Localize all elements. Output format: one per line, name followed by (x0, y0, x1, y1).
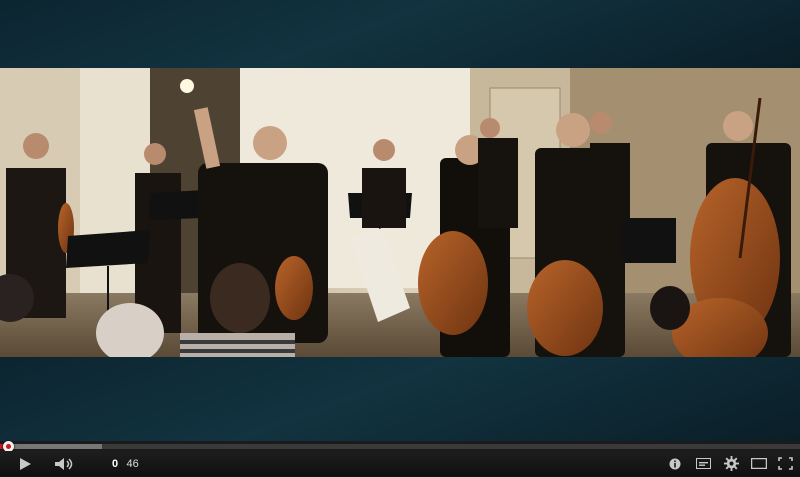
time-separator (121, 458, 123, 470)
settings-button[interactable] (720, 451, 742, 476)
theater-mode-button[interactable] (748, 451, 770, 476)
progress-loaded (0, 444, 102, 449)
letterbox-bottom (0, 357, 800, 441)
play-button[interactable] (12, 451, 38, 476)
theater-mode-icon (751, 458, 767, 469)
current-time: 0 (112, 458, 119, 470)
play-icon (20, 457, 31, 470)
volume-button[interactable] (50, 451, 78, 476)
video-player: 0 46 (0, 0, 800, 476)
progress-bar[interactable] (0, 441, 800, 452)
fullscreen-button[interactable] (774, 451, 796, 476)
info-button[interactable] (666, 451, 684, 476)
volume-icon (55, 457, 73, 470)
duration: 46 (126, 458, 139, 470)
captions-button[interactable] (692, 451, 714, 476)
video-frame[interactable] (0, 68, 800, 357)
gear-icon (723, 456, 739, 471)
video-scene (0, 68, 800, 357)
info-icon (669, 458, 681, 469)
captions-icon (695, 458, 711, 469)
letterbox-top (0, 0, 800, 68)
control-bar: 0 46 (0, 451, 800, 476)
progress-track (0, 444, 800, 449)
time-display: 0 46 (112, 451, 139, 476)
fullscreen-icon (777, 457, 793, 470)
